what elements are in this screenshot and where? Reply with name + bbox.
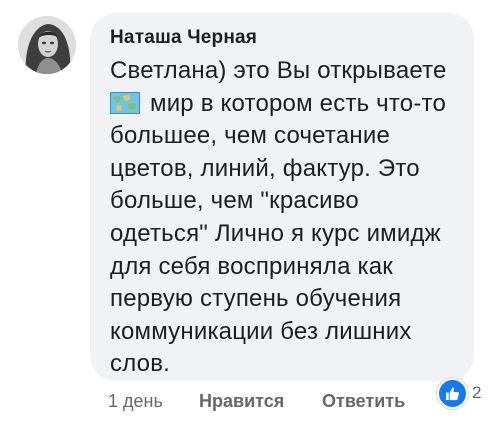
reaction-count: 2	[472, 383, 482, 402]
like-icon	[437, 377, 468, 409]
comment-text-line1: Светлана) это Вы открываете	[110, 57, 447, 84]
timestamp-link[interactable]: 1 день	[108, 391, 163, 412]
like-button[interactable]: Нравится	[199, 391, 284, 412]
author-name[interactable]: Наташа Черная	[110, 27, 257, 49]
reply-button[interactable]: Ответить	[322, 391, 405, 412]
world-map-icon	[110, 91, 140, 114]
avatar-photo	[18, 16, 76, 74]
avatar[interactable]	[18, 16, 76, 74]
reaction-summary[interactable]: 2	[437, 377, 482, 409]
comment-text-rest: мир в котором есть что-то большее, чем с…	[110, 89, 447, 378]
comment-bubble: Наташа Черная Светлана) это Вы открывает…	[90, 13, 474, 381]
comment-text: Светлана) это Вы открываете мир в которо…	[110, 55, 460, 381]
